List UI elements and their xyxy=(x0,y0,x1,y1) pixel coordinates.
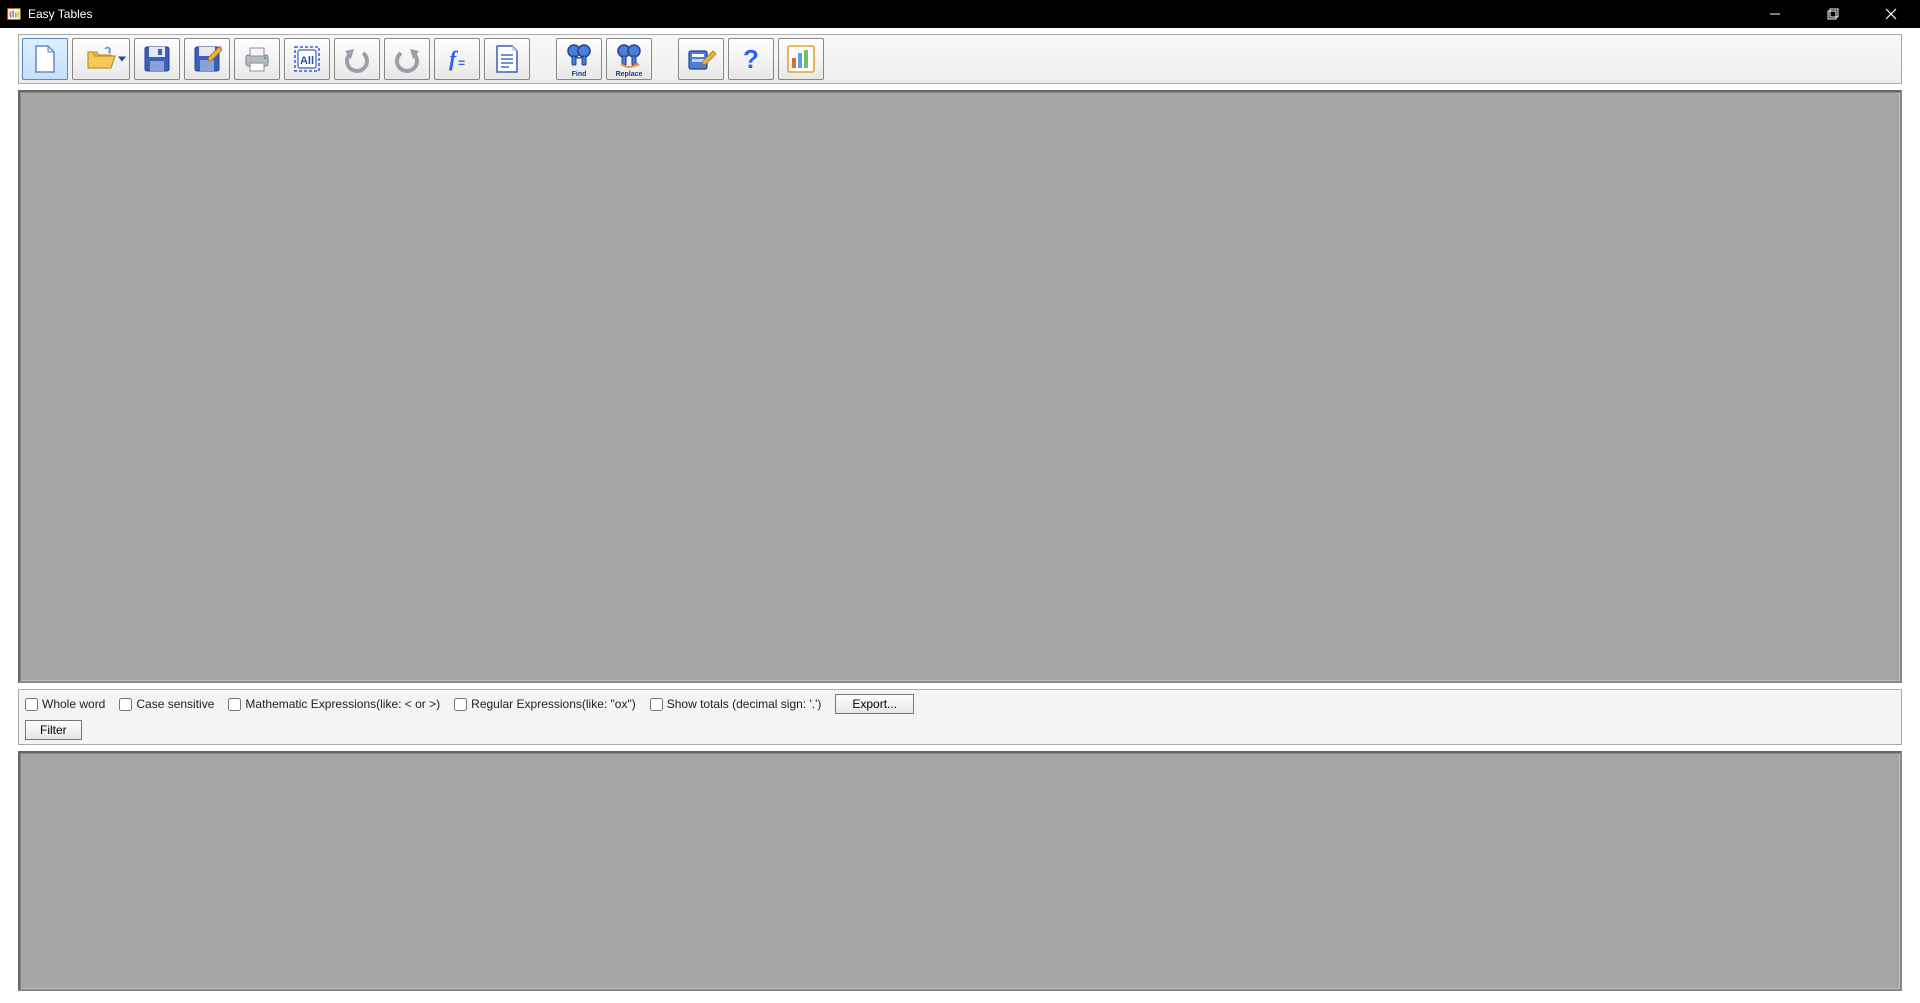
main-table-area[interactable] xyxy=(18,90,1902,683)
save-button[interactable] xyxy=(134,38,180,80)
new-file-icon xyxy=(29,43,61,75)
formula-button[interactable]: f = xyxy=(434,38,480,80)
find-label: Find xyxy=(557,71,601,78)
case-sensitive-label: Case sensitive xyxy=(136,697,214,711)
title-bar: Easy Tables xyxy=(0,0,1920,28)
window-controls xyxy=(1746,0,1920,28)
app-body: All f = xyxy=(0,28,1920,1003)
dropdown-arrow-icon xyxy=(118,57,126,62)
open-file-button[interactable] xyxy=(72,38,130,80)
regex-checkbox[interactable]: Regular Expressions(like: "ox") xyxy=(454,697,636,711)
replace-button[interactable]: Replace xyxy=(606,38,652,80)
export-button[interactable]: Export... xyxy=(835,694,914,714)
show-totals-label: Show totals (decimal sign: '.') xyxy=(667,697,822,711)
save-icon xyxy=(141,43,173,75)
print-button[interactable] xyxy=(234,38,280,80)
properties-button[interactable] xyxy=(484,38,530,80)
redo-button[interactable] xyxy=(384,38,430,80)
regex-label: Regular Expressions(like: "ox") xyxy=(471,697,636,711)
find-icon xyxy=(563,40,595,72)
folder-open-icon xyxy=(85,43,117,75)
close-button[interactable] xyxy=(1862,0,1920,28)
options-button[interactable] xyxy=(678,38,724,80)
save-edit-icon xyxy=(191,43,223,75)
help-button[interactable]: ? xyxy=(728,38,774,80)
svg-text:=: = xyxy=(458,56,465,70)
document-list-icon xyxy=(491,43,523,75)
case-sensitive-checkbox[interactable]: Case sensitive xyxy=(119,697,214,711)
select-all-button[interactable]: All xyxy=(284,38,330,80)
filter-button[interactable]: Filter xyxy=(25,720,82,740)
minimize-button[interactable] xyxy=(1746,0,1804,28)
app-icon xyxy=(6,6,22,22)
find-button[interactable]: Find xyxy=(556,38,602,80)
undo-icon xyxy=(341,43,373,75)
replace-icon xyxy=(613,40,645,72)
svg-text:All: All xyxy=(300,55,314,67)
chart-icon xyxy=(785,43,817,75)
svg-text:?: ? xyxy=(743,44,759,74)
window-title: Easy Tables xyxy=(28,7,92,21)
undo-button[interactable] xyxy=(334,38,380,80)
results-area[interactable] xyxy=(18,751,1902,991)
redo-icon xyxy=(391,43,423,75)
maximize-button[interactable] xyxy=(1804,0,1862,28)
toolbar: All f = xyxy=(18,34,1902,84)
chart-button[interactable] xyxy=(778,38,824,80)
math-expressions-label: Mathematic Expressions(like: < or >) xyxy=(245,697,440,711)
formula-icon: f = xyxy=(441,43,473,75)
whole-word-checkbox[interactable]: Whole word xyxy=(25,697,105,711)
show-totals-checkbox[interactable]: Show totals (decimal sign: '.') xyxy=(650,697,822,711)
select-all-icon: All xyxy=(291,43,323,75)
math-expressions-checkbox[interactable]: Mathematic Expressions(like: < or >) xyxy=(228,697,440,711)
whole-word-label: Whole word xyxy=(42,697,105,711)
printer-icon xyxy=(241,43,273,75)
options-icon xyxy=(685,43,717,75)
new-document-button[interactable] xyxy=(22,38,68,80)
replace-label: Replace xyxy=(607,71,651,78)
save-as-button[interactable] xyxy=(184,38,230,80)
help-icon: ? xyxy=(735,43,767,75)
filter-bar: Whole word Case sensitive Mathematic Exp… xyxy=(18,689,1902,745)
